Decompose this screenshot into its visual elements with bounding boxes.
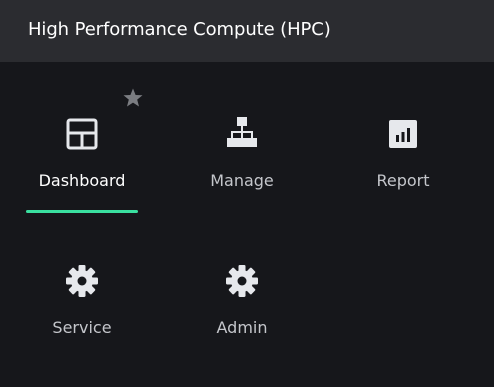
dashboard-layout-icon	[66, 118, 98, 150]
app-window: High Performance Compute (HPC) Dashboard…	[0, 0, 494, 387]
tile-label-admin: Admin	[216, 318, 268, 337]
active-tab-indicator	[26, 210, 138, 213]
tile-dashboard[interactable]: Dashboard	[24, 117, 140, 197]
gear-icon	[66, 265, 98, 297]
tile-label-report: Report	[376, 171, 430, 190]
star-icon[interactable]	[121, 86, 145, 110]
sitemap-icon	[227, 117, 257, 147]
app-title: High Performance Compute (HPC)	[28, 19, 331, 40]
gear-icon	[226, 265, 258, 297]
tile-label-dashboard: Dashboard	[38, 171, 126, 190]
tile-service[interactable]: Service	[24, 264, 140, 344]
tile-label-manage: Manage	[210, 171, 274, 190]
tile-manage[interactable]: Manage	[184, 117, 300, 197]
tile-report[interactable]: Report	[345, 117, 461, 197]
tile-label-service: Service	[52, 318, 112, 337]
bar-chart-icon	[389, 120, 417, 148]
app-header: High Performance Compute (HPC)	[0, 0, 494, 62]
tile-admin[interactable]: Admin	[184, 264, 300, 344]
